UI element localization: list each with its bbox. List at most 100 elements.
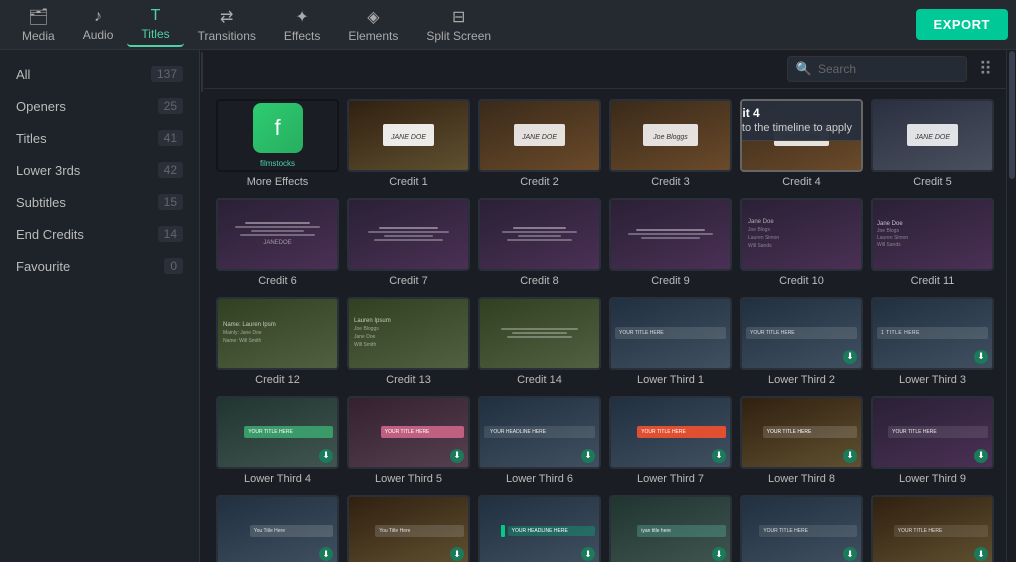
download-badge: ⬇ [712, 449, 726, 463]
grid-item-label: Credit 4 [740, 176, 863, 188]
grid-item-label: Lower Third 5 [347, 473, 470, 485]
filmstocks-logo-icon: f [253, 103, 303, 153]
grid-item-credit-10[interactable]: Jane Doe Joe Blogs Lauren Simon Will San… [740, 198, 863, 287]
sidebar-item-all[interactable]: All 137 [0, 58, 199, 90]
nav-titles-label: Titles [141, 27, 169, 41]
sidebar-item-end-credits[interactable]: End Credits 14 [0, 218, 199, 250]
grid-item-lower-third-1[interactable]: YOUR TITLE HERE Lower Third 1 [609, 297, 732, 386]
grid-item-label: Credit 14 [478, 374, 601, 386]
grid-item-label: Lower Third 9 [871, 473, 994, 485]
sidebar-item-titles[interactable]: Titles 41 [0, 122, 199, 154]
nav-effects-label: Effects [284, 29, 320, 43]
grid-scroll[interactable]: f filmstocks More Effects JANE DOE [204, 89, 1006, 562]
grid-item-credit-1[interactable]: JANE DOE Credit 1 [347, 99, 470, 188]
grid-item-credit-3[interactable]: Joe Bloggs Credit 3 [609, 99, 732, 188]
scrollbar[interactable] [1006, 50, 1016, 562]
search-box[interactable]: 🔍 [787, 56, 967, 82]
grid-item-lower-third-14[interactable]: YOUR TITLE HERE ⬇ Lower Third 14 [740, 495, 863, 562]
nav-media[interactable]: 🗂 Media [8, 3, 69, 47]
grid-item-label: Credit 11 [871, 275, 994, 287]
sidebar-count-openers: 25 [158, 98, 183, 114]
transitions-icon: ⇄ [220, 7, 233, 27]
sidebar-item-subtitles[interactable]: Subtitles 15 [0, 186, 199, 218]
nav-transitions-label: Transitions [198, 29, 256, 43]
sidebar-count-favourite: 0 [164, 258, 183, 274]
search-input[interactable] [818, 62, 948, 76]
grid-item-lower-third-2[interactable]: YOUR TITLE HERE ⬇ Lower Third 2 [740, 297, 863, 386]
grid-item-credit-4[interactable]: JANE DOE Credit 4 Drag to the timeline t… [740, 99, 863, 188]
grid-item-label: Credit 13 [347, 374, 470, 386]
nav-elements-label: Elements [348, 29, 398, 43]
grid-item-credit-2[interactable]: JANE DOE Credit 2 [478, 99, 601, 188]
grid-item-lower-third-4[interactable]: YOUR TITLE HERE ⬇ Lower Third 4 [216, 396, 339, 485]
grid-item-label: Credit 5 [871, 176, 994, 188]
download-badge: ⬇ [319, 449, 333, 463]
nav-media-label: Media [22, 29, 55, 43]
grid-item-credit-8[interactable]: Credit 8 [478, 198, 601, 287]
scrollbar-thumb[interactable] [1009, 51, 1015, 179]
sidebar-item-openers[interactable]: Openers 25 [0, 90, 199, 122]
download-badge: ⬇ [581, 449, 595, 463]
grid-item-label: Lower Third 4 [216, 473, 339, 485]
nav-audio[interactable]: ♪ Audio [69, 3, 128, 47]
sidebar-label-favourite: Favourite [16, 259, 70, 274]
grid-item-credit-5[interactable]: JANE DOE Credit 5 [871, 99, 994, 188]
grid-item-lower-third-8[interactable]: YOUR TITLE HERE ⬇ Lower Third 8 [740, 396, 863, 485]
grid-item-label: More Effects [216, 176, 339, 188]
search-icon: 🔍 [796, 61, 812, 77]
grid-item-lower-third-9[interactable]: YOUR TITLE HERE ⬇ Lower Third 9 [871, 396, 994, 485]
grid-item-lower-third-15[interactable]: YOUR TITLE HERE ⬇ Lower Third 15 [871, 495, 994, 562]
titles-icon: T [151, 7, 161, 25]
grid-item-label: Credit 1 [347, 176, 470, 188]
nav-transitions[interactable]: ⇄ Transitions [184, 3, 270, 47]
grid-item-label: Lower Third 8 [740, 473, 863, 485]
grid-item-lower-third-10[interactable]: You Title Here ⬇ Lower Third 10 [216, 495, 339, 562]
grid-item-lower-third-13[interactable]: iyan title here ⬇ Lower Third 13 [609, 495, 732, 562]
grid-item-lower-third-12[interactable]: YOUR HEADLINE HERE ⬇ Lower Third 12 [478, 495, 601, 562]
grid-item-credit-14[interactable]: Credit 14 [478, 297, 601, 386]
grid-item-label: Lower Third 2 [740, 374, 863, 386]
sidebar-count-titles: 41 [158, 130, 183, 146]
grid-item-label: Lower Third 7 [609, 473, 732, 485]
split-icon: ⊟ [452, 7, 465, 27]
sidebar-count-lower3rds: 42 [158, 162, 183, 178]
grid-item-lower-third-6[interactable]: YOUR HEADLINE HERE ⬇ Lower Third 6 [478, 396, 601, 485]
grid-item-credit-13[interactable]: Lauren Ipsum Joe Bloggs Jane Doe Will Sm… [347, 297, 470, 386]
sidebar: All 137 Openers 25 Titles 41 Lower 3rds … [0, 50, 200, 562]
grid-item-lower-third-5[interactable]: Your Title Here ⬇ Lower Third 5 [347, 396, 470, 485]
grid-item-credit-12[interactable]: Name: Lauren Ipsm Mainly: Jane Doe Name:… [216, 297, 339, 386]
grid-item-lower-third-7[interactable]: YOUR TITLE HERE ⬇ Lower Third 7 [609, 396, 732, 485]
grid-item-label: Lower Third 1 [609, 374, 732, 386]
grid-item-lower-third-3[interactable]: 1 TITLE HERE ⬇ Lower Third 3 [871, 297, 994, 386]
download-badge: ⬇ [843, 350, 857, 364]
export-button[interactable]: EXPORT [916, 9, 1008, 40]
media-icon: 🗂 [28, 7, 48, 27]
sidebar-count-end-credits: 14 [158, 226, 183, 242]
grid: f filmstocks More Effects JANE DOE [216, 99, 994, 562]
grid-view-button[interactable]: ⠿ [975, 57, 996, 82]
grid-item-credit-6[interactable]: JANEDOE Credit 6 [216, 198, 339, 287]
grid-item-label: Lower Third 3 [871, 374, 994, 386]
nav-elements[interactable]: ◈ Elements [334, 3, 412, 47]
grid-item-label: Credit 2 [478, 176, 601, 188]
grid-item-lower-third-11[interactable]: You Title Here ⬇ Lower Third 11 [347, 495, 470, 562]
elements-icon: ◈ [367, 7, 379, 27]
download-badge: ⬇ [450, 449, 464, 463]
grid-item-label: Credit 6 [216, 275, 339, 287]
nav-audio-label: Audio [83, 28, 114, 42]
grid-item-credit-7[interactable]: Credit 7 [347, 198, 470, 287]
grid-item-credit-11[interactable]: Jane Doe Joe Blogs Lauren Simon Will San… [871, 198, 994, 287]
sidebar-item-favourite[interactable]: Favourite 0 [0, 250, 199, 282]
grid-item-more-effects[interactable]: f filmstocks More Effects [216, 99, 339, 188]
nav-split-screen[interactable]: ⊟ Split Screen [412, 3, 505, 47]
grid-item-credit-9[interactable]: Credit 9 [609, 198, 732, 287]
grid-item-label: Credit 9 [609, 275, 732, 287]
sidebar-label-subtitles: Subtitles [16, 195, 66, 210]
nav-split-label: Split Screen [426, 29, 491, 43]
sidebar-item-lower3rds[interactable]: Lower 3rds 42 [0, 154, 199, 186]
download-badge: ⬇ [974, 449, 988, 463]
main-content: All 137 Openers 25 Titles 41 Lower 3rds … [0, 50, 1016, 562]
nav-effects[interactable]: ✦ Effects [270, 3, 334, 47]
nav-titles[interactable]: T Titles [127, 3, 183, 47]
download-badge: ⬇ [843, 449, 857, 463]
